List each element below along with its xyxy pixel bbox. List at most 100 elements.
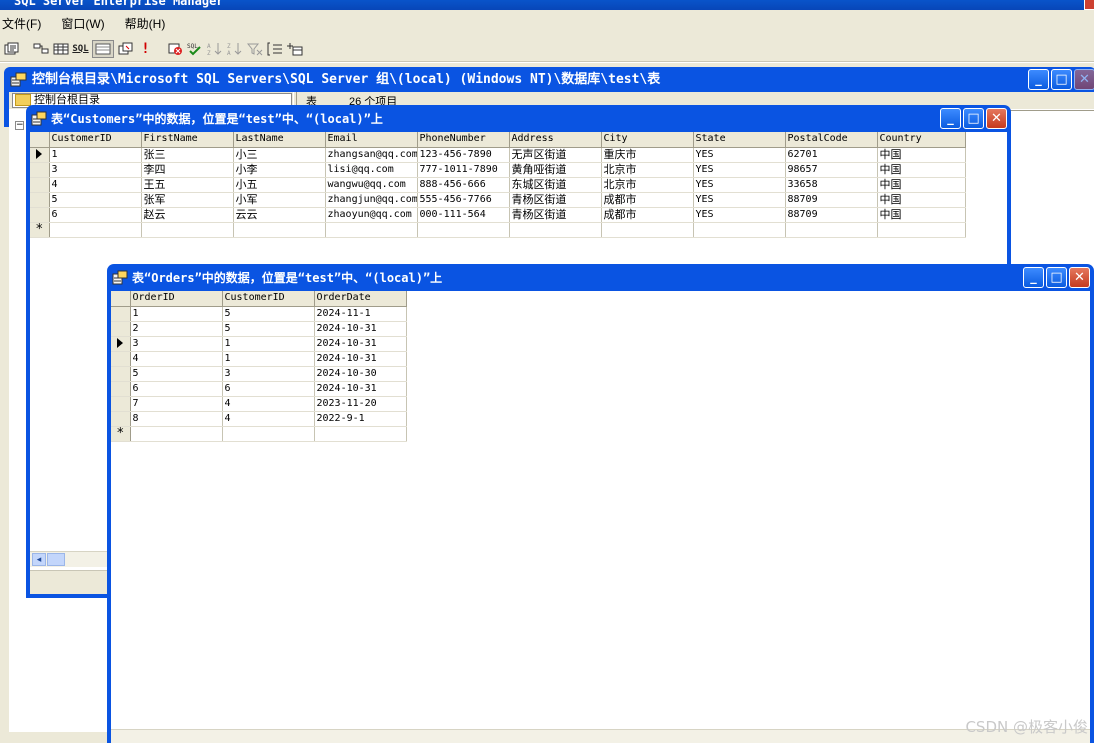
cell-email[interactable]: zhangjun@qq.com <box>325 192 418 208</box>
new-row-cell[interactable] <box>233 222 326 238</box>
new-row-cell[interactable] <box>325 222 418 238</box>
cell-lastname[interactable]: 小军 <box>233 192 326 208</box>
cell-city[interactable]: 北京市 <box>601 162 694 178</box>
cell-state[interactable]: YES <box>693 207 786 223</box>
cell-lastname[interactable]: 小三 <box>233 147 326 163</box>
table-row[interactable]: 4 1 2024-10-31 <box>111 351 407 367</box>
cell-orderid[interactable]: 6 <box>130 381 223 397</box>
cell-lastname[interactable]: 小五 <box>233 177 326 193</box>
column-header-address[interactable]: Address <box>509 132 602 148</box>
row-selector[interactable] <box>111 366 131 382</box>
cell-orderdate[interactable]: 2024-10-31 <box>314 336 407 352</box>
cell-orderid[interactable]: 1 <box>130 306 223 322</box>
remove-filter-icon[interactable] <box>246 40 263 58</box>
console-maximize-button[interactable]: □ <box>1051 69 1072 90</box>
grid-corner[interactable] <box>111 291 131 307</box>
orders-maximize-button[interactable]: □ <box>1046 267 1067 288</box>
cell-customerid[interactable]: 4 <box>49 177 142 193</box>
new-row-cell[interactable] <box>130 426 223 442</box>
cell-customerid[interactable]: 5 <box>222 306 315 322</box>
new-row[interactable]: * <box>111 426 407 442</box>
cell-orderid[interactable]: 5 <box>130 366 223 382</box>
column-header-customerid[interactable]: CustomerID <box>222 291 315 307</box>
table-row[interactable]: 6 赵云 云云 zhaoyun@qq.com 000-111-564 青杨区街道 成都市 YE… <box>30 207 966 223</box>
console-minimize-button[interactable]: _ <box>1028 69 1049 90</box>
scroll-left-arrow[interactable]: ◂ <box>32 553 46 566</box>
cell-phonenumber[interactable]: 777-1011-7890 <box>417 162 510 178</box>
cell-city[interactable]: 成都市 <box>601 207 694 223</box>
table-row[interactable]: 3 李四 小李 lisi@qq.com 777-1011-7890 黄角哑街道 北京市 YES… <box>30 162 966 178</box>
cell-postalcode[interactable]: 33658 <box>785 177 878 193</box>
table-row[interactable]: 3 1 2024-10-31 <box>111 336 407 352</box>
column-header-orderid[interactable]: OrderID <box>130 291 223 307</box>
cell-firstname[interactable]: 王五 <box>141 177 234 193</box>
row-selector[interactable] <box>111 396 131 412</box>
table-row[interactable]: 8 4 2022-9-1 <box>111 411 407 427</box>
new-row-cell[interactable] <box>49 222 142 238</box>
cell-orderdate[interactable]: 2024-10-31 <box>314 381 407 397</box>
cell-phonenumber[interactable]: 888-456-666 <box>417 177 510 193</box>
row-selector[interactable] <box>30 207 50 223</box>
cell-customerid[interactable]: 5 <box>49 192 142 208</box>
cell-address[interactable]: 无声区街道 <box>509 147 602 163</box>
stop-query-icon[interactable] <box>166 40 183 58</box>
cell-orderid[interactable]: 3 <box>130 336 223 352</box>
cell-customerid[interactable]: 4 <box>222 411 315 427</box>
column-header-state[interactable]: State <box>693 132 786 148</box>
cell-orderdate[interactable]: 2024-10-30 <box>314 366 407 382</box>
table-row[interactable]: 1 5 2024-11-1 <box>111 306 407 322</box>
sort-ascending-icon[interactable]: AZ <box>206 40 223 58</box>
cell-firstname[interactable]: 李四 <box>141 162 234 178</box>
cell-address[interactable]: 青杨区街道 <box>509 207 602 223</box>
cell-state[interactable]: YES <box>693 192 786 208</box>
grid-corner[interactable] <box>30 132 50 148</box>
cell-orderid[interactable]: 2 <box>130 321 223 337</box>
app-close-button-partial[interactable] <box>1084 0 1094 10</box>
cell-orderdate[interactable]: 2024-11-1 <box>314 306 407 322</box>
new-row-cell[interactable] <box>314 426 407 442</box>
column-header-phonenumber[interactable]: PhoneNumber <box>417 132 510 148</box>
column-header-firstname[interactable]: FirstName <box>141 132 234 148</box>
new-row[interactable]: * <box>30 222 966 238</box>
cell-state[interactable]: YES <box>693 147 786 163</box>
cell-country[interactable]: 中国 <box>877 147 966 163</box>
table-row[interactable]: 1 张三 小三 zhangsan@qq.com 123-456-7890 无声区街道 重庆市… <box>30 147 966 163</box>
cell-customerid[interactable]: 6 <box>49 207 142 223</box>
sql-pane-icon[interactable]: SQL <box>72 40 89 58</box>
cell-customerid[interactable]: 4 <box>222 396 315 412</box>
new-row-marker[interactable]: * <box>111 426 131 442</box>
cell-postalcode[interactable]: 88709 <box>785 207 878 223</box>
table-row[interactable]: 4 王五 小五 wangwu@qq.com 888-456-666 东城区街道 北京市 YES… <box>30 177 966 193</box>
cell-orderdate[interactable]: 2022-9-1 <box>314 411 407 427</box>
cell-customerid[interactable]: 1 <box>49 147 142 163</box>
column-header-lastname[interactable]: LastName <box>233 132 326 148</box>
cell-country[interactable]: 中国 <box>877 192 966 208</box>
row-selector[interactable] <box>30 147 50 163</box>
orders-close-button[interactable]: ✕ <box>1069 267 1090 288</box>
row-selector[interactable] <box>111 381 131 397</box>
row-selector[interactable] <box>111 336 131 352</box>
tree-collapse-toggle[interactable]: − <box>15 121 24 130</box>
cell-postalcode[interactable]: 88709 <box>785 192 878 208</box>
cell-lastname[interactable]: 云云 <box>233 207 326 223</box>
menu-window[interactable]: 窗口(W) <box>61 15 116 32</box>
console-close-button[interactable]: ✕ <box>1074 69 1094 90</box>
cell-orderid[interactable]: 7 <box>130 396 223 412</box>
orders-minimize-button[interactable]: _ <box>1023 267 1044 288</box>
new-row-cell[interactable] <box>693 222 786 238</box>
new-row-cell[interactable] <box>509 222 602 238</box>
cell-phonenumber[interactable]: 000-111-564 <box>417 207 510 223</box>
cell-address[interactable]: 东城区街道 <box>509 177 602 193</box>
cell-phonenumber[interactable]: 555-456-7766 <box>417 192 510 208</box>
cell-email[interactable]: lisi@qq.com <box>325 162 418 178</box>
cell-firstname[interactable]: 张军 <box>141 192 234 208</box>
customers-maximize-button[interactable]: □ <box>963 108 984 129</box>
properties-icon[interactable] <box>3 40 20 58</box>
row-selector[interactable] <box>111 306 131 322</box>
cell-firstname[interactable]: 张三 <box>141 147 234 163</box>
column-header-city[interactable]: City <box>601 132 694 148</box>
cell-firstname[interactable]: 赵云 <box>141 207 234 223</box>
row-selector[interactable] <box>111 351 131 367</box>
sort-descending-icon[interactable]: ZA <box>226 40 243 58</box>
new-row-cell[interactable] <box>785 222 878 238</box>
